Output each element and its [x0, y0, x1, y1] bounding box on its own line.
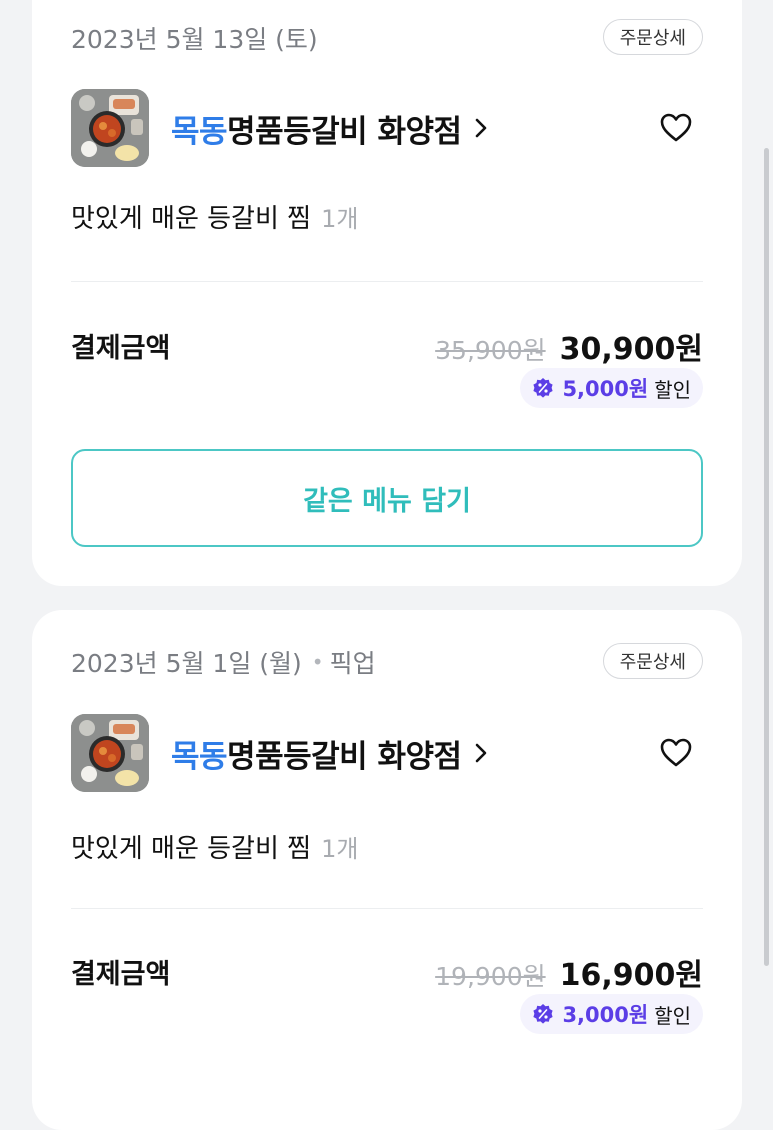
food-image-icon: [71, 714, 149, 792]
heart-icon[interactable]: [659, 737, 693, 769]
discount-amount: 3,000원: [562, 1003, 649, 1027]
store-name-highlight: 목동: [171, 113, 228, 150]
discount-label: 할인: [654, 377, 691, 402]
menu-item: 맛있게 매운 등갈비 찜 1개: [71, 828, 358, 865]
menu-item-qty: 1개: [321, 835, 359, 863]
final-price: 16,900원: [559, 958, 703, 993]
store-name-rest: 명품등갈비 화양점: [227, 113, 462, 150]
order-header: 2023년 5월 13일 (토) 주문상세: [71, 18, 703, 58]
store-thumbnail: [71, 89, 149, 167]
store-link[interactable]: 목동 명품등갈비 화양점: [71, 88, 703, 168]
store-thumbnail: [71, 714, 149, 792]
reorder-same-menu-button[interactable]: 같은 메뉴 담기: [71, 449, 703, 547]
order-card: 2023년 5월 13일 (토) 주문상세 목동 명품등갈비 화양점 맛있게 매…: [32, 0, 742, 586]
food-image-icon: [71, 89, 149, 167]
separator-dot: •: [311, 650, 324, 674]
price-row: 19,900원 16,900원: [435, 950, 703, 994]
order-detail-button[interactable]: 주문상세: [602, 643, 703, 679]
menu-item: 맛있게 매운 등갈비 찜 1개: [71, 198, 358, 235]
discount-amount: 5,000원: [562, 377, 649, 401]
heart-icon[interactable]: [659, 112, 693, 144]
menu-item-name: 맛있게 매운 등갈비 찜: [71, 204, 312, 234]
order-card: 2023년 5월 1일 (월) • 픽업 주문상세 목동 명품등갈비 화양점 맛…: [32, 610, 742, 1130]
discount-badge-icon: [533, 378, 554, 398]
store-name: 목동 명품등갈비 화양점: [171, 106, 488, 151]
order-date: 2023년 5월 13일 (토): [71, 25, 318, 54]
discount-badge: 3,000원 할인: [520, 994, 703, 1034]
order-date: 2023년 5월 1일 (월): [71, 649, 302, 678]
divider: [71, 908, 703, 909]
discount-badge: 5,000원 할인: [520, 368, 703, 408]
payment-label: 결제금액: [71, 959, 171, 990]
menu-item-qty: 1개: [321, 205, 359, 233]
chevron-right-icon: [475, 118, 486, 138]
order-type: 픽업: [329, 649, 376, 678]
discount-badge-icon: [533, 1004, 554, 1024]
scrollbar[interactable]: [764, 148, 769, 966]
discount-label: 할인: [654, 1003, 691, 1028]
divider: [71, 281, 703, 282]
store-name-rest: 명품등갈비 화양점: [227, 738, 462, 775]
store-link[interactable]: 목동 명품등갈비 화양점: [71, 713, 703, 793]
payment-label: 결제금액: [71, 333, 171, 364]
chevron-right-icon: [475, 743, 486, 763]
price-row: 35,900원 30,900원: [435, 324, 703, 368]
original-price: 35,900원: [435, 336, 546, 365]
store-name-highlight: 목동: [171, 738, 228, 775]
order-header: 2023년 5월 1일 (월) • 픽업 주문상세: [71, 642, 703, 682]
menu-item-name: 맛있게 매운 등갈비 찜: [71, 834, 312, 864]
final-price: 30,900원: [559, 332, 703, 367]
store-name: 목동 명품등갈비 화양점: [171, 731, 488, 776]
original-price: 19,900원: [435, 962, 546, 991]
order-detail-button[interactable]: 주문상세: [602, 19, 703, 55]
